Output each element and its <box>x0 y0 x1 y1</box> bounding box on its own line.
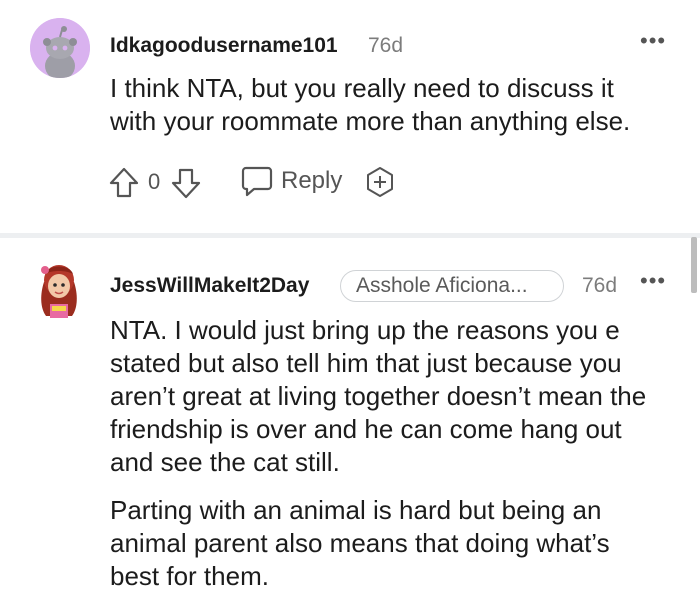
award-icon[interactable] <box>364 166 396 198</box>
comment-body: I think NTA, but you really need to disc… <box>110 73 631 136</box>
snoo-avatar-icon[interactable] <box>30 18 90 78</box>
upvote-icon[interactable] <box>108 166 140 200</box>
comment-username[interactable]: Idkagoodusername101 <box>110 34 338 58</box>
more-options-icon[interactable]: ••• <box>640 28 666 54</box>
user-flair-badge: Asshole Aficiona... <box>340 270 564 302</box>
downvote-icon[interactable] <box>170 166 202 200</box>
scrollbar-thumb[interactable] <box>691 237 697 293</box>
comment-username[interactable]: JessWillMakeIt2Day <box>110 274 309 298</box>
comment-body-paragraph: Parting with an animal is hard but being… <box>110 495 610 591</box>
more-options-icon[interactable]: ••• <box>640 268 666 294</box>
comment-timestamp: 76d <box>582 274 618 297</box>
reply-button[interactable]: Reply <box>281 167 342 195</box>
custom-avatar-icon[interactable] <box>30 258 88 318</box>
comment-1: Idkagoodusername101 76d ••• I think NTA,… <box>0 0 700 232</box>
vote-score: 0 <box>148 169 161 194</box>
comment-timestamp: 76d <box>368 34 404 57</box>
comment-2: JessWillMakeIt2Day Asshole Aficiona... 7… <box>0 238 700 612</box>
comment-body-paragraph: NTA. I would just bring up the reasons y… <box>110 315 647 477</box>
reply-icon[interactable] <box>240 164 274 198</box>
